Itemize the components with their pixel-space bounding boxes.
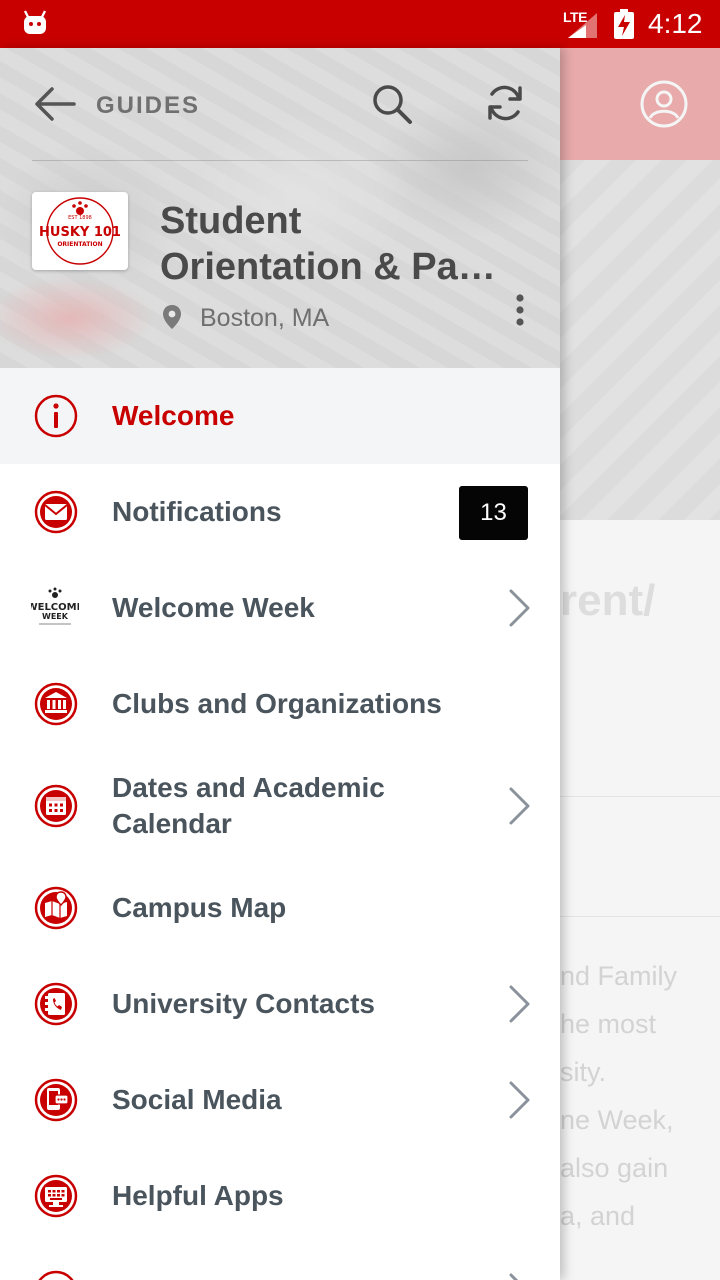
- menu-item-label: Clubs and Organizations: [112, 688, 442, 719]
- android-notification-icon: [23, 10, 47, 34]
- guide-title: Student Orientation & Pa…: [160, 198, 500, 290]
- welcome-week-icon-text: WEEK: [42, 612, 69, 621]
- menu-item-label: Welcome Week: [112, 592, 315, 623]
- menu-item-label: Notifications: [112, 496, 282, 527]
- calendar-icon: [34, 784, 78, 828]
- menu-item-label: Welcome: [112, 400, 235, 431]
- institution-icon: [34, 682, 78, 726]
- husky-101-logo-icon: EST 1898 HUSKY 101 ORIENTATION: [39, 197, 121, 265]
- logo-orientation-text: ORIENTATION: [57, 241, 102, 248]
- menu-item-dates-calendar[interactable]: Dates and Academic Calendar: [0, 752, 560, 860]
- menu-item-notifications[interactable]: Notifications 13: [0, 464, 560, 560]
- chevron-right-icon: [509, 787, 530, 825]
- map-icon: [34, 886, 78, 930]
- chevron-right-icon: [509, 985, 530, 1023]
- menu-item-welcome-week[interactable]: WELCOME WEEK Welcome Week: [0, 560, 560, 656]
- menu-item-icon: [38, 1270, 74, 1280]
- chevron-right-icon: [509, 1273, 519, 1280]
- social-media-icon: [34, 1078, 78, 1122]
- drawer-header: GUIDES EST 1898 HUSKY 101 ORIENTATION St…: [0, 48, 560, 368]
- menu-item-label: Social Media: [112, 1084, 282, 1115]
- search-icon[interactable]: [370, 82, 414, 126]
- menu-item-campus-map[interactable]: Campus Map: [0, 860, 560, 956]
- welcome-week-logo-icon: WELCOME WEEK: [31, 587, 79, 625]
- menu-item-clubs[interactable]: Clubs and Organizations: [0, 656, 560, 752]
- status-bar: LTE 4:12: [0, 0, 720, 48]
- guide-title-line: Student: [160, 200, 302, 242]
- location-pin-icon: [163, 305, 181, 329]
- guide-title-line: Orientation & Pa…: [160, 246, 496, 288]
- menu-item-label: Dates and Academic Calendar: [112, 772, 385, 839]
- info-icon: [34, 394, 78, 438]
- menu-item-social-media[interactable]: Social Media: [0, 1052, 560, 1148]
- envelope-icon: [34, 490, 78, 534]
- drawer-menu: Welcome Notifications 13 WELCOME WEEK We…: [0, 368, 560, 1280]
- logo-husky-text: HUSKY 101: [39, 225, 121, 240]
- chevron-right-icon: [509, 1081, 530, 1119]
- menu-item-helpful-apps[interactable]: Helpful Apps: [0, 1148, 560, 1244]
- menu-item-welcome[interactable]: Welcome: [0, 368, 560, 464]
- chevron-right-icon: [509, 589, 530, 627]
- logo-established-text: EST 1898: [68, 215, 92, 221]
- menu-item-label: Helpful Apps: [112, 1180, 284, 1211]
- notification-count-badge: 13: [459, 486, 528, 540]
- guide-location: Boston, MA: [200, 304, 330, 332]
- guides-back-label[interactable]: GUIDES: [96, 92, 200, 120]
- more-options-icon[interactable]: [510, 292, 530, 328]
- menu-item-label: University Contacts: [112, 988, 375, 1019]
- apps-icon: [34, 1174, 78, 1218]
- menu-item-partial[interactable]: [0, 1244, 560, 1280]
- back-arrow-icon[interactable]: [34, 86, 76, 122]
- navigation-drawer: GUIDES EST 1898 HUSKY 101 ORIENTATION St…: [0, 48, 560, 1280]
- refresh-icon[interactable]: [484, 82, 526, 124]
- battery-charging-icon: [614, 9, 634, 39]
- menu-item-label: Campus Map: [112, 892, 287, 923]
- header-divider: [32, 160, 528, 161]
- menu-item-university-contacts[interactable]: University Contacts: [0, 956, 560, 1052]
- contacts-icon: [34, 982, 78, 1026]
- signal-icon: [568, 13, 597, 38]
- guide-logo: EST 1898 HUSKY 101 ORIENTATION: [32, 192, 128, 270]
- clock: 4:12: [648, 8, 703, 39]
